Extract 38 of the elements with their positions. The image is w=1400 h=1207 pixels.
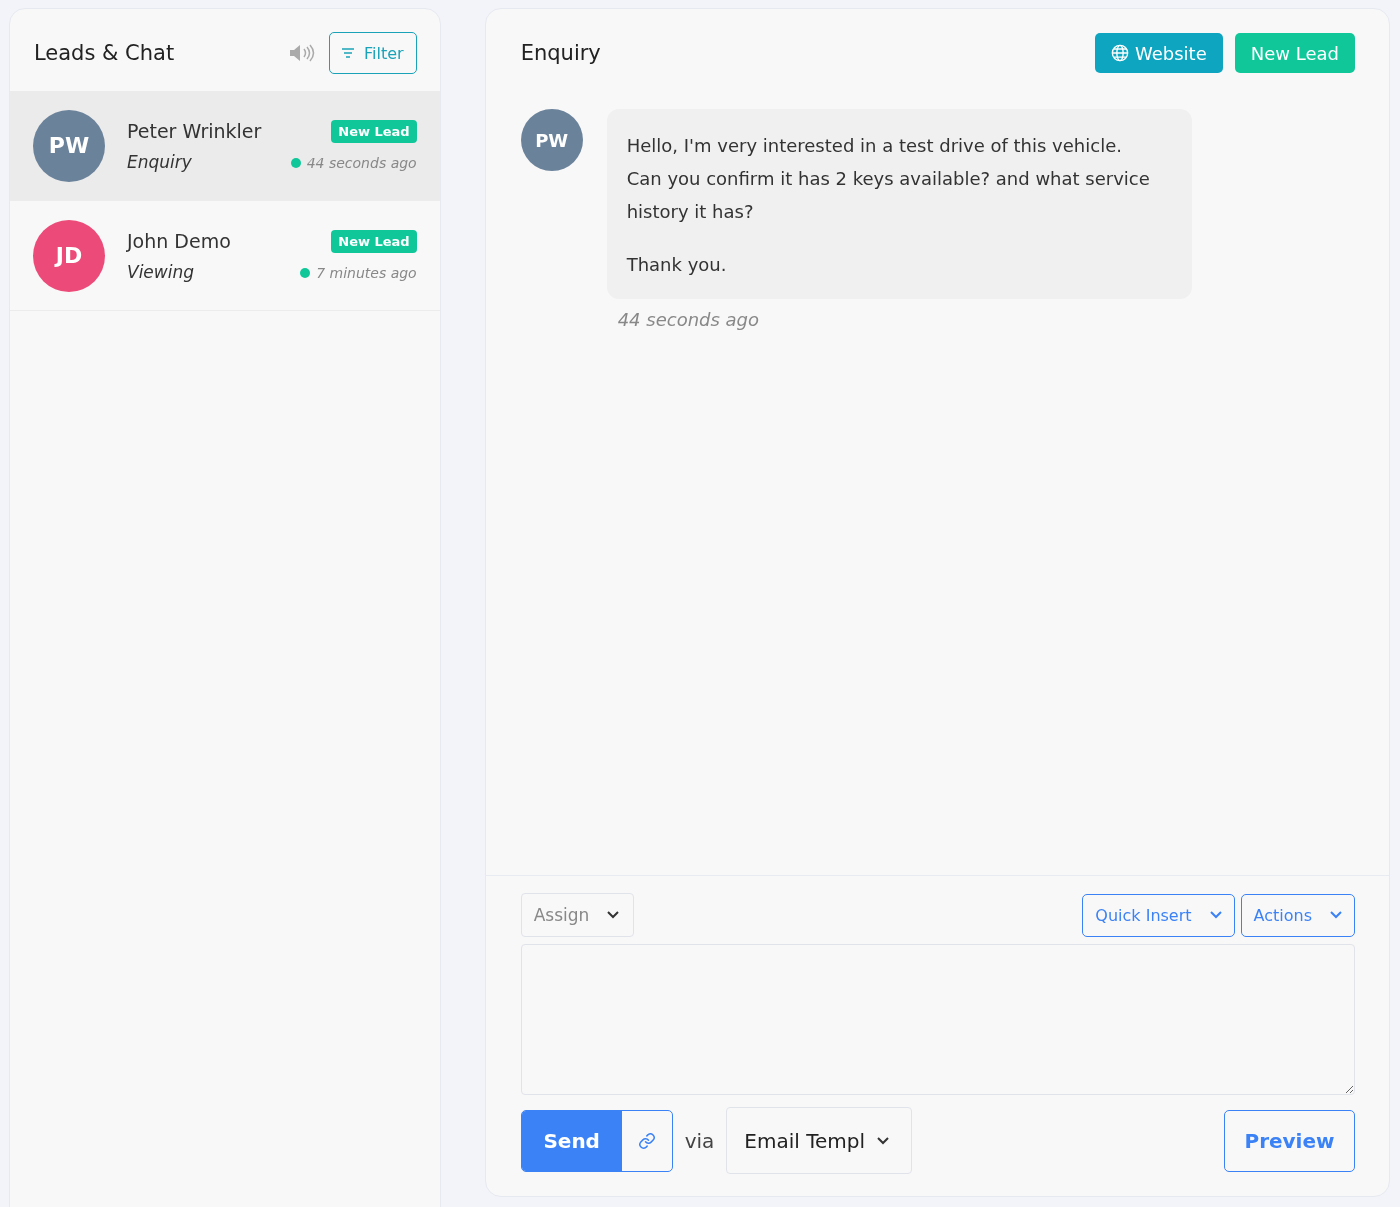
- avatar: PW: [520, 109, 583, 171]
- lead-item[interactable]: PW Peter Wrinkler Enquiry New Lead 44 seconds ago: [10, 91, 440, 201]
- avatar: JD: [33, 219, 105, 292]
- quick-insert-dropdown[interactable]: Quick Insert: [1082, 893, 1235, 937]
- template-dropdown[interactable]: Email Templ: [726, 1107, 913, 1174]
- message-time: 44 seconds ago: [617, 309, 761, 330]
- chevron-down-icon: [607, 911, 620, 919]
- online-dot: [300, 268, 311, 278]
- globe-icon: [1111, 44, 1129, 62]
- status-badge: New Lead: [331, 120, 417, 143]
- filter-icon: [342, 48, 355, 58]
- conversation-title: Enquiry: [520, 41, 602, 65]
- chevron-down-icon: [1209, 911, 1222, 919]
- chevron-down-icon: [877, 1136, 890, 1145]
- status-button[interactable]: New Lead: [1234, 33, 1355, 73]
- lead-type: Enquiry: [127, 151, 193, 172]
- via-label: via: [684, 1128, 715, 1153]
- message-text: Hello, I'm very interested in a test drive of this vehicle. Can you confirm it has 2 keys available? and what service history it has?: [626, 134, 1151, 224]
- avatar: PW: [33, 109, 105, 182]
- lead-name: Peter Wrinkler: [127, 119, 263, 142]
- online-dot: [290, 158, 301, 168]
- assign-dropdown[interactable]: Assign: [520, 893, 635, 937]
- filter-button[interactable]: Filter: [329, 32, 417, 74]
- message-text: Thank you.: [626, 253, 728, 277]
- lead-time: 44 seconds ago: [306, 155, 417, 171]
- preview-button[interactable]: Preview: [1224, 1109, 1355, 1172]
- link-icon: [637, 1131, 656, 1150]
- source-button[interactable]: Website: [1095, 33, 1223, 73]
- send-button[interactable]: Send: [521, 1110, 622, 1171]
- speaker-icon[interactable]: [289, 43, 316, 63]
- panel-title: Leads & Chat: [34, 41, 176, 65]
- message-input[interactable]: [520, 944, 1355, 1095]
- chevron-down-icon: [1330, 911, 1342, 919]
- lead-name: John Demo: [127, 229, 232, 252]
- lead-type: Viewing: [127, 261, 195, 282]
- status-badge: New Lead: [331, 230, 417, 253]
- lead-time: 7 minutes ago: [316, 265, 417, 281]
- actions-dropdown[interactable]: Actions: [1240, 893, 1355, 937]
